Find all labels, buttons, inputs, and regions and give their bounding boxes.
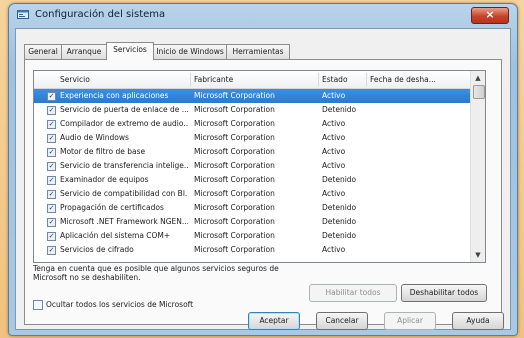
service-state: Detenido (322, 217, 357, 226)
service-state: Activo (322, 189, 346, 198)
service-row[interactable]: ✓ Servicio de compatibilidad con Bl... Mic… (34, 187, 470, 201)
service-maker: Microsoft Corporation (194, 231, 275, 240)
system-config-icon (17, 10, 29, 19)
service-checkbox[interactable]: ✓ (47, 162, 56, 171)
service-state: Activo (322, 91, 346, 100)
service-maker: Microsoft Corporation (194, 105, 275, 114)
service-maker: Microsoft Corporation (194, 133, 275, 142)
service-row[interactable]: ✓ Propagación de certificados Microsoft Co… (34, 201, 470, 215)
service-maker: Microsoft Corporation (194, 203, 275, 212)
service-row[interactable]: ✓ Aplicación del sistema COM+ Microsoft Co… (34, 229, 470, 243)
service-name: Experiencia con aplicaciones (60, 91, 169, 100)
help-button[interactable]: Ayuda (452, 312, 504, 330)
cancel-button[interactable]: Cancelar (316, 312, 368, 330)
hide-ms-services-checkbox[interactable] (33, 300, 43, 310)
service-checkbox[interactable]: ✓ (47, 106, 56, 115)
service-checkbox[interactable]: ✓ (47, 218, 56, 227)
tab-startup[interactable]: Arranque (61, 44, 107, 59)
column-divider[interactable] (190, 73, 191, 86)
service-name: Motor de filtro de base (60, 147, 146, 156)
service-maker: Microsoft Corporation (194, 189, 275, 198)
service-state: Activo (322, 119, 346, 128)
service-maker: Microsoft Corporation (194, 91, 275, 100)
service-state: Activo (322, 245, 346, 254)
column-header-disabled-date[interactable]: Fecha de desha... (370, 75, 436, 84)
tab-tools[interactable]: Herramientas (226, 44, 290, 59)
service-row[interactable]: ✓ Motor de filtro de base Microsoft Corpor… (34, 145, 470, 159)
service-checkbox[interactable]: ✓ (47, 176, 56, 185)
service-name: Audio de Windows (60, 133, 129, 142)
system-config-window: Configuración del sistema × General Arra… (8, 3, 518, 336)
service-maker: Microsoft Corporation (194, 147, 275, 156)
service-name: Examinador de equipos (60, 175, 149, 184)
service-row[interactable]: ✓ Examinador de equipos Microsoft Corporat… (34, 173, 470, 187)
dialog-body: General Arranque Servicios Inicio de Win… (15, 28, 511, 330)
enable-all-button[interactable]: Habilitar todos (309, 284, 397, 302)
service-name: Servicio de compatibilidad con Bl... (60, 189, 188, 198)
column-divider[interactable] (366, 73, 367, 86)
service-name: Servicio de transferencia intelige... (60, 161, 188, 170)
service-name: Servicios de cifrado (60, 245, 134, 254)
vertical-scrollbar[interactable]: ▲ ▼ (470, 71, 485, 262)
service-maker: Microsoft Corporation (194, 161, 275, 170)
service-maker: Microsoft Corporation (194, 119, 275, 128)
service-name: Aplicación del sistema COM+ (60, 231, 171, 240)
column-header-state[interactable]: Estado (322, 75, 348, 84)
services-list[interactable]: Servicio Fabricante Estado Fecha de desh… (33, 70, 486, 263)
scroll-up-arrow-icon[interactable]: ▲ (472, 72, 484, 84)
ok-button[interactable]: Aceptar (248, 312, 300, 330)
service-state: Detenido (322, 175, 357, 184)
title-bar[interactable]: Configuración del sistema × (9, 4, 517, 26)
tab-windows-startup[interactable]: Inicio de Windows (153, 44, 227, 59)
service-row[interactable]: ✓ Audio de Windows Microsoft Corporation Ac… (34, 131, 470, 145)
service-state: Activo (322, 161, 346, 170)
service-name: Propagación de certificados (60, 203, 164, 212)
service-maker: Microsoft Corporation (194, 175, 275, 184)
scroll-down-arrow-icon[interactable]: ▼ (472, 249, 484, 261)
service-name: Compilador de extremo de audio... (60, 119, 188, 128)
service-checkbox[interactable]: ✓ (47, 134, 56, 143)
service-row[interactable]: ✓ Compilador de extremo de audio... Micros… (34, 117, 470, 131)
services-panel: Servicio Fabricante Estado Fecha de desh… (24, 59, 502, 325)
column-header-service[interactable]: Servicio (60, 75, 90, 84)
apply-button[interactable]: Aplicar (384, 312, 436, 330)
service-checkbox[interactable]: ✓ (47, 232, 56, 241)
service-row[interactable]: ✓ Experiencia con aplicaciones Microsoft C… (34, 89, 470, 103)
service-state: Activo (322, 133, 346, 142)
service-checkbox[interactable]: ✓ (47, 92, 56, 101)
service-checkbox[interactable]: ✓ (47, 190, 56, 199)
service-maker: Microsoft Corporation (194, 245, 275, 254)
window-title: Configuración del sistema (35, 9, 166, 20)
service-state: Detenido (322, 231, 357, 240)
service-checkbox[interactable]: ✓ (47, 148, 56, 157)
service-rows: ✓ Experiencia con aplicaciones Microsoft C… (34, 89, 470, 257)
service-row[interactable]: ✓ Servicios de cifrado Microsoft Corporati… (34, 243, 470, 257)
service-checkbox[interactable]: ✓ (47, 246, 56, 255)
tab-general[interactable]: General (24, 44, 62, 59)
service-row[interactable]: ✓ Microsoft .NET Framework NGEN... Microso… (34, 215, 470, 229)
service-state: Activo (322, 147, 346, 156)
service-state: Detenido (322, 105, 357, 114)
column-divider[interactable] (318, 73, 319, 86)
service-maker: Microsoft Corporation (194, 217, 275, 226)
column-header-maker[interactable]: Fabricante (194, 75, 233, 84)
disable-all-button[interactable]: Deshabilitar todos (401, 284, 487, 302)
service-name: Microsoft .NET Framework NGEN... (60, 217, 188, 226)
list-header: Servicio Fabricante Estado Fecha de desh… (34, 71, 470, 89)
services-note: Tenga en cuenta que es posible que algun… (33, 264, 279, 282)
service-row[interactable]: ✓ Servicio de puerta de enlace de ... Micr… (34, 103, 470, 117)
service-state: Detenido (322, 203, 357, 212)
service-checkbox[interactable]: ✓ (47, 120, 56, 129)
close-button[interactable]: × (471, 7, 509, 24)
service-checkbox[interactable]: ✓ (47, 204, 56, 213)
scrollbar-thumb[interactable] (473, 85, 485, 99)
hide-ms-services-label: Ocultar todos los servicios de Microsoft (46, 300, 194, 309)
service-row[interactable]: ✓ Servicio de transferencia intelige... Mi… (34, 159, 470, 173)
tab-services[interactable]: Servicios (106, 42, 154, 60)
service-name: Servicio de puerta de enlace de ... (60, 105, 188, 114)
